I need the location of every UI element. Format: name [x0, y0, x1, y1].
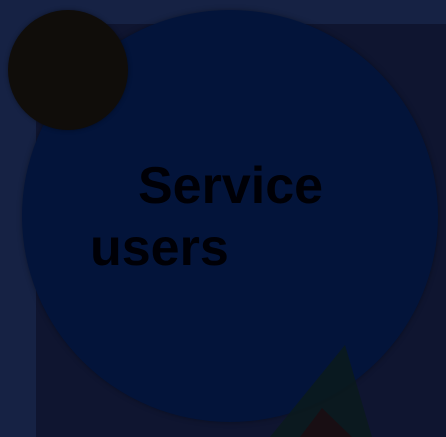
slide-title: Service users	[90, 157, 324, 277]
slide-canvas: Service users	[0, 0, 446, 437]
